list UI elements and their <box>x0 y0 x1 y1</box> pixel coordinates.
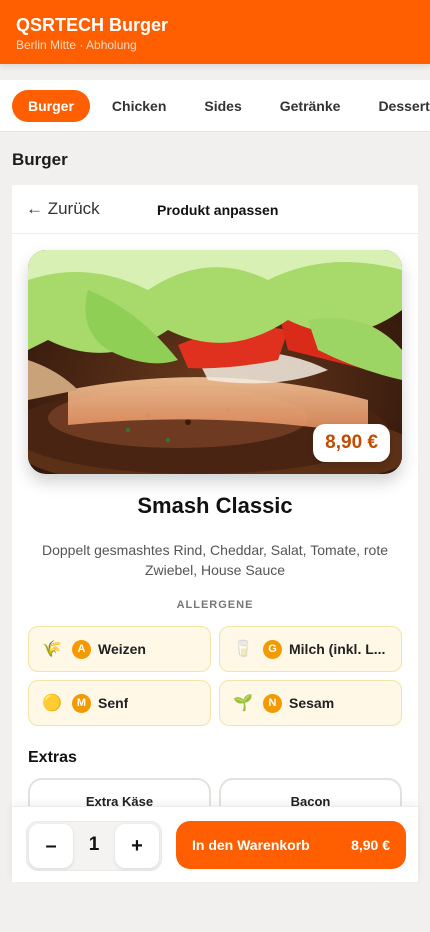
product-description: Doppelt gesmashtes Rind, Cheddar, Salat,… <box>41 542 389 578</box>
quantity-value: 1 <box>88 834 100 855</box>
quantity-stepper: – 1 + <box>26 821 162 871</box>
app-header: QSRTECH Burger Berlin Mitte · Abholung <box>0 0 430 64</box>
back-button[interactable]: ← Zurück <box>26 199 100 219</box>
add-to-cart-label: In den Warenkorb <box>192 837 310 853</box>
allergens-heading: ALLERGENE <box>176 599 254 611</box>
cart-bar: – 1 + In den Warenkorb 8,90 € <box>12 806 418 882</box>
price-badge: 8,90 € <box>313 424 390 462</box>
product-image: 8,90 € <box>28 250 402 474</box>
tab-chicken[interactable]: Chicken <box>96 90 182 122</box>
mustard-icon: 🟡 <box>42 695 62 712</box>
tab-getraenke[interactable]: Getränke <box>264 90 357 122</box>
section-title: Burger <box>12 150 68 169</box>
allergen-name: Senf <box>98 695 129 711</box>
location-subtitle: Berlin Mitte · Abholung <box>16 38 137 52</box>
allergen-chip-sesam: 🌱 N Sesam <box>219 680 402 726</box>
extras-title: Extras <box>28 749 77 766</box>
allergen-letter-badge: N <box>263 693 282 713</box>
increase-button[interactable]: + <box>115 824 159 868</box>
decrease-button[interactable]: – <box>29 824 73 868</box>
panel-header: ← Zurück Produkt anpassen <box>12 185 418 234</box>
add-to-cart-button[interactable]: In den Warenkorb 8,90 € <box>176 821 406 869</box>
add-to-cart-price: 8,90 € <box>351 837 390 853</box>
allergen-letter-badge: G <box>263 639 282 659</box>
allergen-letter-badge: A <box>72 639 91 659</box>
allergen-name: Milch (inkl. L... <box>289 641 386 657</box>
allergen-chip-senf: 🟡 M Senf <box>28 680 211 726</box>
product-panel: ← Zurück Produkt anpassen 8,90 € Smash C… <box>12 185 418 882</box>
allergen-name: Sesam <box>289 695 335 711</box>
product-name: Smash Classic <box>137 493 293 518</box>
milk-icon: 🥛 <box>233 641 253 658</box>
wheat-icon: 🌾 <box>42 641 62 658</box>
tab-burger[interactable]: Burger <box>12 90 90 122</box>
allergen-chip-weizen: 🌾 A Weizen <box>28 626 211 672</box>
sesame-icon: 🌱 <box>233 695 253 712</box>
allergen-letter-badge: M <box>72 693 91 713</box>
tab-desserts[interactable]: Desserts <box>362 90 430 122</box>
allergen-chip-milch: 🥛 G Milch (inkl. L... <box>219 626 402 672</box>
category-tabs: Burger Chicken Sides Getränke Desserts <box>0 80 430 132</box>
app-title: QSRTECH Burger <box>16 15 169 35</box>
tab-sides[interactable]: Sides <box>188 90 257 122</box>
allergen-name: Weizen <box>98 641 146 657</box>
panel-title: Produkt anpassen <box>157 202 279 218</box>
